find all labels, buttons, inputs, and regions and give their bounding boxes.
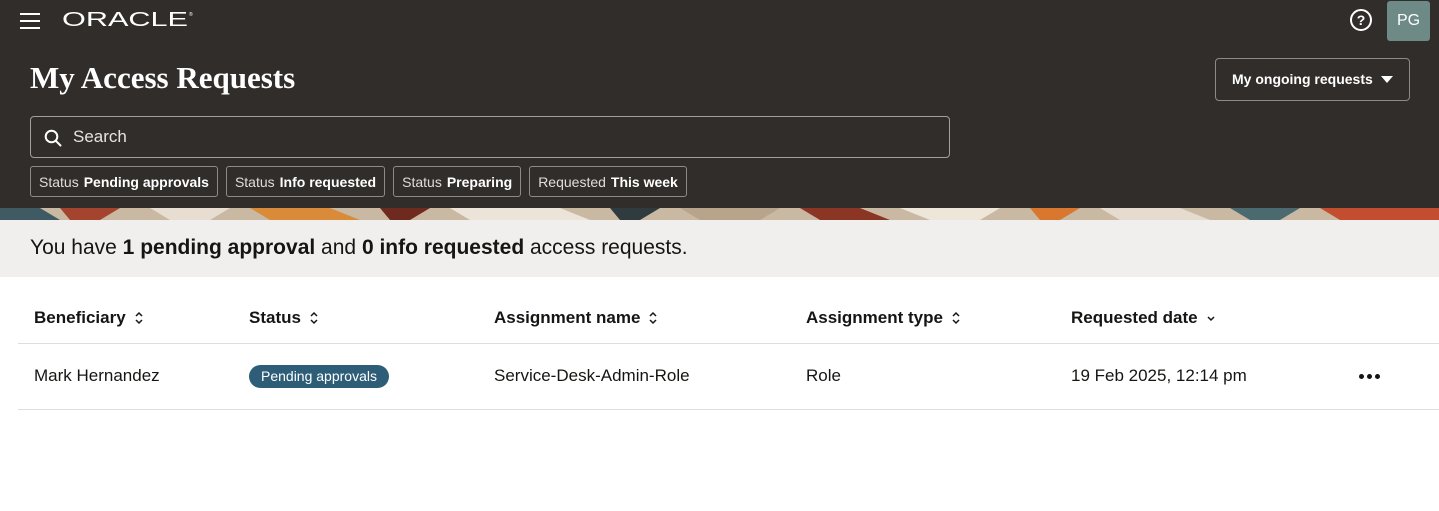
more-options-icon[interactable] bbox=[1356, 368, 1384, 384]
help-icon[interactable]: ? bbox=[1350, 9, 1372, 31]
filter-chip-key: Requested bbox=[538, 173, 606, 190]
search-icon bbox=[44, 129, 62, 147]
filter-chip-value: Info requested bbox=[279, 173, 377, 190]
svg-text:ORACLE: ORACLE bbox=[62, 9, 188, 29]
search-input[interactable] bbox=[73, 117, 933, 157]
sort-icon bbox=[649, 311, 657, 325]
sort-icon bbox=[135, 311, 143, 325]
column-header-label: Requested date bbox=[1071, 308, 1198, 327]
header-divider bbox=[18, 343, 1439, 344]
cell-requested-date: 19 Feb 2025, 12:14 pm bbox=[1071, 366, 1247, 385]
filter-chip-requested-week[interactable]: Requested This week bbox=[529, 166, 687, 197]
summary-suffix: access requests. bbox=[530, 236, 688, 259]
caret-down-icon bbox=[1381, 76, 1393, 83]
summary-joiner: and bbox=[321, 236, 357, 259]
page-title: My Access Requests bbox=[30, 60, 296, 95]
column-header-label: Assignment type bbox=[806, 308, 943, 327]
column-header-label: Status bbox=[249, 308, 301, 327]
filter-chip-status-pending[interactable]: Status Pending approvals bbox=[30, 166, 218, 197]
sort-descending-icon bbox=[1207, 316, 1215, 322]
info-label: info requested bbox=[379, 236, 525, 259]
oracle-logo: ORACLE ® bbox=[62, 9, 193, 29]
app-header: ORACLE ® ? PG My Access Requests My ongo… bbox=[0, 0, 1439, 208]
pending-count: 1 bbox=[122, 236, 135, 259]
filter-chip-key: Status bbox=[402, 173, 442, 190]
filter-chips: Status Pending approvals Status Info req… bbox=[30, 166, 687, 197]
status-badge: Pending approvals bbox=[249, 365, 389, 388]
column-header-label: Assignment name bbox=[494, 308, 641, 327]
column-header-beneficiary[interactable]: Beneficiary bbox=[34, 308, 144, 328]
filter-chip-value: Pending approvals bbox=[83, 173, 209, 190]
summary-banner: You have 1 pending approval and 0 info r… bbox=[0, 220, 1439, 277]
column-header-requested-date[interactable]: Requested date bbox=[1071, 308, 1216, 328]
filter-chip-key: Status bbox=[234, 173, 275, 190]
view-dropdown-label: My ongoing requests bbox=[1232, 71, 1373, 87]
column-header-assignment-type[interactable]: Assignment type bbox=[806, 308, 961, 328]
cell-assignment-type: Role bbox=[806, 366, 841, 385]
filter-chip-key: Status bbox=[39, 173, 79, 190]
svg-text:®: ® bbox=[189, 11, 193, 18]
sort-icon bbox=[310, 311, 318, 325]
filter-chip-status-preparing[interactable]: Status Preparing bbox=[393, 166, 522, 197]
cell-assignment-name: Service-Desk-Admin-Role bbox=[494, 366, 690, 385]
summary-text: You have 1 pending approval and 0 info r… bbox=[30, 236, 688, 260]
filter-chip-value: Preparing bbox=[446, 173, 513, 190]
row-divider bbox=[18, 409, 1439, 410]
avatar[interactable]: PG bbox=[1387, 1, 1430, 41]
pending-label: pending approval bbox=[140, 236, 316, 259]
view-dropdown[interactable]: My ongoing requests bbox=[1215, 58, 1410, 101]
cell-beneficiary: Mark Hernandez bbox=[34, 366, 160, 385]
hamburger-menu-icon[interactable] bbox=[18, 10, 44, 32]
column-header-status[interactable]: Status bbox=[249, 308, 319, 328]
filter-chip-status-info[interactable]: Status Info requested bbox=[225, 166, 386, 197]
column-header-assignment-name[interactable]: Assignment name bbox=[494, 308, 658, 328]
column-header-label: Beneficiary bbox=[34, 308, 126, 327]
info-count: 0 bbox=[361, 236, 374, 259]
filter-chip-value: This week bbox=[610, 173, 678, 190]
sort-icon bbox=[952, 311, 960, 325]
search-box[interactable] bbox=[30, 116, 950, 158]
decorative-banner bbox=[0, 208, 1439, 220]
summary-prefix: You have bbox=[30, 236, 117, 259]
